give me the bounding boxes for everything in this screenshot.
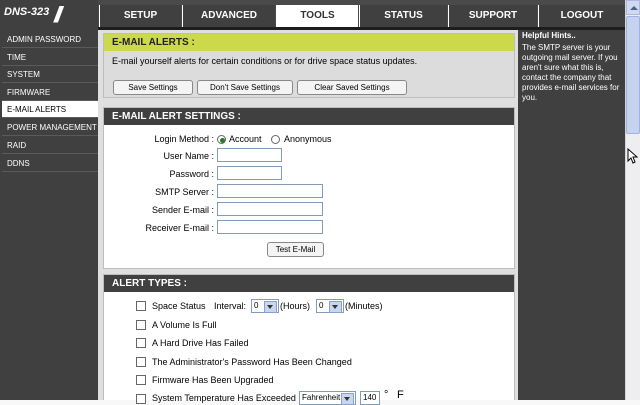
admin-password-changed-checkbox[interactable] xyxy=(136,357,146,367)
minutes-select-value: 0 xyxy=(319,301,324,310)
test-email-button[interactable]: Test E-Mail xyxy=(267,242,324,257)
tab-logout[interactable]: LOGOUT xyxy=(538,5,625,27)
degree-symbol: ° xyxy=(384,389,389,401)
username-label: User Name : xyxy=(163,151,214,161)
sidebar-item-time[interactable]: TIME xyxy=(2,49,98,66)
tab-setup[interactable]: SETUP xyxy=(99,5,181,27)
volume-full-label: A Volume Is Full xyxy=(152,320,217,330)
hours-label: (Hours) xyxy=(280,301,311,311)
drive-failed-label: A Hard Drive Has Failed xyxy=(152,338,249,348)
sidebar-item-power-management[interactable]: POWER MANAGEMENT xyxy=(2,119,98,136)
admin-password-changed-label: The Administrator's Password Has Been Ch… xyxy=(152,357,352,367)
radio-account-label: Account xyxy=(229,134,262,144)
alert-types-panel: ALERT TYPES : Space Status Interval: 0 (… xyxy=(103,274,515,405)
volume-full-checkbox[interactable] xyxy=(136,320,146,330)
sender-email-label: Sender E-mail : xyxy=(151,205,214,215)
email-alerts-title: E-MAIL ALERTS : xyxy=(104,34,514,51)
hours-select[interactable]: 0 xyxy=(251,299,279,313)
sidebar-item-raid[interactable]: RAID xyxy=(2,137,98,154)
email-alert-settings-title: E-MAIL ALERT SETTINGS : xyxy=(104,108,514,125)
email-alerts-panel: E-MAIL ALERTS : E-mail yourself alerts f… xyxy=(103,33,515,98)
temperature-unit-select[interactable]: Fahrenheit xyxy=(299,391,356,405)
sidebar-item-firmware[interactable]: FIRMWARE xyxy=(2,84,98,101)
minutes-select[interactable]: 0 xyxy=(316,299,344,313)
mouse-cursor-icon xyxy=(627,148,638,164)
sender-email-input[interactable] xyxy=(217,202,323,216)
space-status-checkbox[interactable] xyxy=(136,301,146,311)
sidebar-item-email-alerts[interactable]: E-MAIL ALERTS xyxy=(2,101,98,118)
dont-save-settings-button[interactable]: Don't Save Settings xyxy=(197,80,293,95)
drive-failed-checkbox[interactable] xyxy=(136,338,146,348)
receiver-email-label: Receiver E-mail : xyxy=(145,223,214,233)
helpful-hints-title: Helpful Hints.. xyxy=(522,31,576,40)
password-input[interactable] xyxy=(217,166,282,180)
save-settings-button[interactable]: Save Settings xyxy=(113,80,193,95)
tab-tools[interactable]: TOOLS xyxy=(276,5,358,27)
sidebar-item-system[interactable]: SYSTEM xyxy=(2,66,98,83)
temperature-unit-select-value: Fahrenheit xyxy=(302,393,341,402)
chevron-down-icon xyxy=(341,393,354,405)
tab-support[interactable]: SUPPORT xyxy=(448,5,537,27)
email-alert-settings-panel: E-MAIL ALERT SETTINGS : Login Method : A… xyxy=(103,107,515,269)
radio-anonymous-label: Anonymous xyxy=(284,134,332,144)
interval-label: Interval: xyxy=(214,301,247,311)
brand-name: DNS-323 xyxy=(4,6,50,18)
hours-select-value: 0 xyxy=(254,301,259,310)
tab-status[interactable]: STATUS xyxy=(359,5,447,27)
minutes-label: (Minutes) xyxy=(345,301,383,311)
temperature-exceeded-checkbox[interactable] xyxy=(136,394,146,404)
chevron-down-icon xyxy=(264,301,277,313)
scrollbar-thumb[interactable] xyxy=(626,16,640,134)
clear-saved-settings-button[interactable]: Clear Saved Settings xyxy=(297,80,407,95)
sidebar-item-admin-password[interactable]: ADMIN PASSWORD xyxy=(2,31,98,48)
email-alerts-description: E-mail yourself alerts for certain condi… xyxy=(112,56,418,66)
temperature-unit-label: F xyxy=(397,389,404,401)
login-method-label: Login Method : xyxy=(154,134,214,144)
helpful-hints-text: The SMTP server is your outgoing mail se… xyxy=(522,43,620,102)
radio-anonymous[interactable] xyxy=(271,135,280,144)
smtp-server-input[interactable] xyxy=(217,184,323,198)
space-status-label: Space Status xyxy=(152,301,206,311)
firmware-upgraded-checkbox[interactable] xyxy=(136,375,146,385)
radio-account[interactable] xyxy=(217,135,226,144)
receiver-email-input[interactable] xyxy=(217,220,323,234)
temperature-threshold-input[interactable]: 140 xyxy=(360,391,380,405)
password-label: Password : xyxy=(169,169,214,179)
brand-slash-graphic: // xyxy=(54,2,62,27)
username-input[interactable] xyxy=(217,148,282,162)
firmware-upgraded-label: Firmware Has Been Upgraded xyxy=(152,375,274,385)
scroll-up-icon[interactable] xyxy=(626,0,640,15)
chevron-down-icon xyxy=(329,301,342,313)
temperature-exceeded-label: System Temperature Has Exceeded xyxy=(152,393,296,403)
smtp-server-label: SMTP Server : xyxy=(155,187,214,197)
brand-logo: DNS-323 // xyxy=(0,0,98,30)
tab-advanced[interactable]: ADVANCED xyxy=(182,5,275,27)
sidebar-item-ddns[interactable]: DDNS xyxy=(2,155,98,172)
alert-types-title: ALERT TYPES : xyxy=(104,275,514,292)
